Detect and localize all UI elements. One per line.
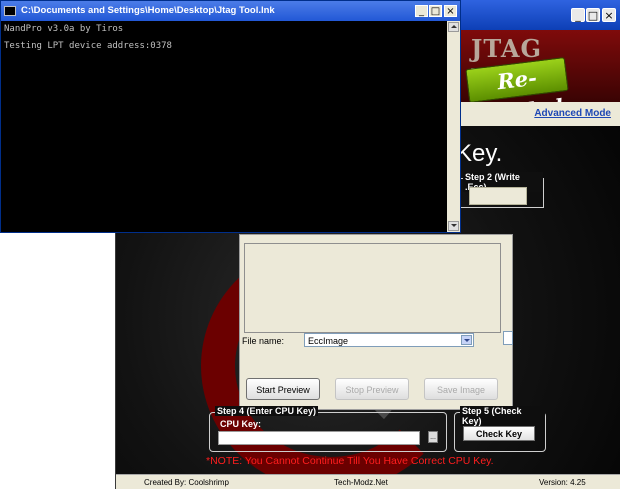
step4-label: Step 4 (Enter CPU Key) [215, 406, 319, 416]
chevron-down-icon[interactable] [461, 335, 472, 345]
check-key-button[interactable]: Check Key [463, 426, 535, 441]
advanced-mode-strip: Advanced Mode [461, 102, 620, 126]
step5-group: Step 5 (Check Key) Check Key [454, 406, 546, 452]
scroll-down-icon[interactable] [448, 221, 459, 231]
status-bar: Created By: Coolshrimp Tech-Modz.Net Ver… [116, 474, 620, 489]
file-name-label: File name: [242, 336, 285, 346]
app-close-button[interactable]: × [602, 8, 616, 22]
cpu-key-browse-button[interactable]: ... [428, 431, 438, 443]
save-image-button[interactable]: Save Image [424, 378, 498, 400]
console-line: Testing LPT device address:0378 [4, 41, 172, 51]
step5-label: Step 5 (Check Key) [460, 406, 545, 426]
step2-group: Step 2 (Write .Ecc) [461, 172, 544, 208]
jtag-tool-banner-logo: JTAG TOOL Re-Loaded [461, 30, 620, 102]
save-file-dialog: File name: EccImage Start Preview Stop P… [239, 234, 513, 410]
console-system-icon[interactable] [4, 6, 16, 16]
cpu-key-input[interactable] [218, 431, 420, 445]
created-by-text: Created By: Coolshrimp [144, 478, 229, 487]
console-maximize-button[interactable]: □ [429, 5, 442, 17]
console-scrollbar[interactable] [447, 21, 460, 232]
site-text: Tech-Modz.Net [334, 478, 388, 487]
console-minimize-button[interactable]: _ [415, 5, 428, 17]
dialog-scrollbar[interactable] [503, 331, 513, 345]
console-output[interactable]: NandPro v3.0a by Tiros Testing LPT devic… [1, 21, 447, 232]
step4-group: Step 4 (Enter CPU Key) CPU Key: ... [209, 406, 447, 452]
console-window: C:\Documents and Settings\Home\Desktop\J… [0, 0, 461, 233]
console-line: NandPro v3.0a by Tiros [4, 24, 124, 34]
cpu-key-label: CPU Key: [220, 419, 262, 429]
console-close-button[interactable]: × [444, 5, 457, 17]
cpu-key-note: *NOTE: You Cannot Continue Till You Have… [206, 455, 494, 467]
stop-preview-button[interactable]: Stop Preview [335, 378, 409, 400]
version-text: Version: 4.25 [539, 478, 586, 487]
start-preview-button[interactable]: Start Preview [246, 378, 320, 400]
file-name-combobox[interactable]: EccImage [304, 333, 474, 347]
page-heading: Key. [456, 140, 503, 167]
console-titlebar[interactable]: C:\Documents and Settings\Home\Desktop\J… [1, 1, 460, 21]
advanced-mode-link[interactable]: Advanced Mode [534, 108, 611, 119]
scroll-up-icon[interactable] [448, 22, 459, 32]
app-maximize-button[interactable]: □ [586, 8, 600, 22]
preview-area [244, 243, 501, 333]
app-minimize-button[interactable]: _ [571, 8, 585, 22]
file-name-value: EccImage [308, 336, 349, 346]
console-title: C:\Documents and Settings\Home\Desktop\J… [21, 5, 275, 16]
step2-write-ecc-button[interactable] [469, 187, 527, 205]
